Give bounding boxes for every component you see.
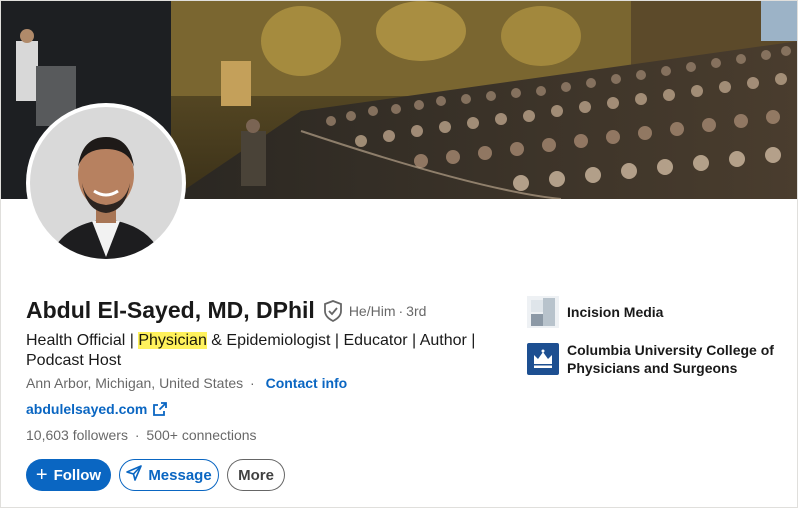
location-row: Ann Arbor, Michigan, United States · Con… [26,375,347,391]
plus-icon: + [35,464,48,486]
incision-media-logo-icon [527,296,559,328]
affiliation-label: Columbia University College of Physician… [567,342,774,376]
headline-highlight: Physician [138,332,207,349]
separator-dot: · [398,302,404,319]
columbia-crown-logo-icon [527,343,559,375]
connections-count: 500+ connections [146,427,257,443]
separator-dot: · [250,375,255,391]
separator-dot: · [134,427,140,443]
send-icon [126,465,143,485]
network-stats: 10,603 followers · 500+ connections [26,427,257,443]
pronouns: He/Him [348,302,396,319]
profile-name: Abdul El-Sayed, MD, DPhil [26,297,315,323]
connection-degree: 3rd [406,302,427,319]
headline-text: Health Official | [26,332,139,349]
website-label: abdulelsayed.com [26,401,148,417]
message-button[interactable]: Message [119,459,219,491]
profile-actions: + Follow Message More [26,459,285,491]
affiliation-columbia[interactable]: Columbia University College of Physician… [527,341,777,377]
follow-label: Follow [53,466,102,484]
website-link[interactable]: abdulelsayed.com [26,401,168,417]
profile-photo-frame[interactable] [26,103,186,263]
external-link-icon [153,402,168,416]
followers-count[interactable]: 10,603 followers [26,427,128,443]
profile-name-row: Abdul El-Sayed, MD, DPhil He/Him · 3rd [26,297,426,324]
profile-card: Abdul El-Sayed, MD, DPhil He/Him · 3rd H… [0,0,798,508]
affiliation-label: Incision Media [567,304,664,320]
follow-button[interactable]: + Follow [26,459,111,491]
location: Ann Arbor, Michigan, United States [26,375,244,391]
profile-photo [30,107,182,259]
more-label: More [238,466,274,484]
message-label: Message [148,466,212,484]
more-button[interactable]: More [227,459,285,491]
profile-headline: Health Official | Physician & Epidemiolo… [26,331,496,371]
contact-info-link[interactable]: Contact info [266,375,348,391]
verified-shield-icon[interactable] [323,299,343,322]
affiliation-incision-media[interactable]: Incision Media [527,296,777,328]
